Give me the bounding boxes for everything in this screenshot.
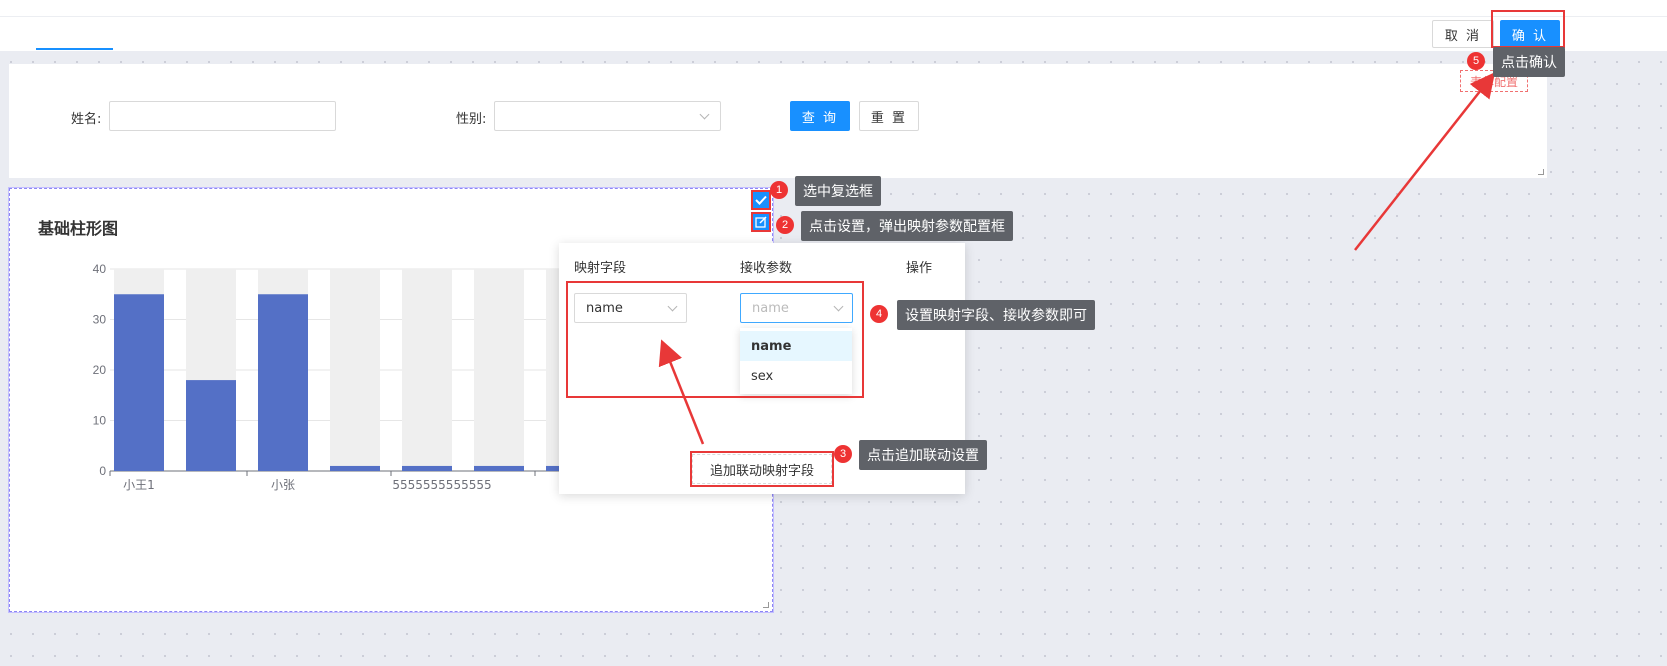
resize-handle[interactable]	[1538, 169, 1544, 175]
y-tick-label: 40	[93, 262, 107, 276]
receive-param-placeholder: name	[752, 300, 789, 316]
y-tick-label: 30	[93, 313, 107, 327]
chevron-down-icon	[699, 109, 710, 120]
bar	[402, 465, 452, 471]
header-mapping-field: 映射字段	[574, 261, 627, 276]
bar-background	[402, 269, 452, 471]
step-badge-2: 2	[776, 216, 794, 234]
reset-button[interactable]: 重 置	[859, 101, 919, 131]
confirm-button[interactable]: 确 认	[1500, 20, 1560, 48]
divider	[0, 16, 1667, 17]
chevron-down-icon	[667, 301, 678, 312]
name-label: 姓名:	[71, 112, 102, 127]
header-receive-param: 接收参数	[740, 261, 793, 276]
receive-param-select[interactable]: name	[740, 293, 853, 323]
x-tick-label: 5555555555555	[392, 478, 491, 492]
chart-title: 基础柱形图	[38, 219, 119, 238]
resize-handle[interactable]	[763, 602, 769, 608]
step-tip-5: 点击确认	[1493, 47, 1565, 77]
dropdown-option-sex[interactable]: sex	[740, 361, 852, 391]
chevron-down-icon	[833, 301, 844, 312]
step-badge-4: 4	[870, 305, 888, 323]
edit-icon	[755, 216, 767, 228]
check-icon	[755, 195, 767, 205]
mapping-field-value: name	[586, 300, 623, 316]
bar-background	[474, 269, 524, 471]
top-toolbar: 取 消 确 认	[0, 0, 1667, 51]
dropdown-option-name[interactable]: name	[740, 331, 852, 361]
step-tip-3: 点击追加联动设置	[859, 440, 987, 470]
query-button[interactable]: 查 询	[790, 101, 850, 131]
cancel-button[interactable]: 取 消	[1432, 20, 1494, 48]
bar	[114, 294, 164, 471]
select-checkbox[interactable]	[751, 190, 771, 210]
sex-select[interactable]	[494, 101, 721, 131]
bar-background	[330, 269, 380, 471]
bar	[330, 465, 380, 471]
bar	[186, 380, 236, 471]
step-tip-1: 选中复选框	[795, 176, 881, 206]
step-badge-3: 3	[834, 445, 852, 463]
x-tick-label: 小王1	[123, 478, 155, 492]
step-tip-4: 设置映射字段、接收参数即可	[897, 300, 1095, 330]
bar	[474, 465, 524, 471]
y-tick-label: 0	[99, 464, 106, 478]
param-dropdown: name sex	[740, 328, 852, 394]
bar	[258, 294, 308, 471]
y-tick-label: 20	[93, 363, 107, 377]
header-action: 操作	[906, 261, 933, 276]
x-tick-label: 小张	[271, 478, 295, 492]
step-badge-1: 1	[770, 181, 788, 199]
y-tick-label: 10	[93, 414, 107, 428]
sex-label: 性别:	[456, 112, 487, 127]
step-badge-5: 5	[1467, 52, 1485, 70]
settings-button[interactable]	[751, 212, 771, 232]
active-tab-indicator	[36, 48, 113, 50]
add-mapping-button[interactable]: 追加联动映射字段	[692, 454, 832, 484]
step-tip-2: 点击设置，弹出映射参数配置框	[801, 211, 1013, 241]
name-input[interactable]	[109, 101, 336, 131]
bar-chart: 0 10 20 30 40 小王1 小张 5555555555555	[93, 262, 596, 492]
mapping-field-select[interactable]: name	[574, 293, 687, 323]
